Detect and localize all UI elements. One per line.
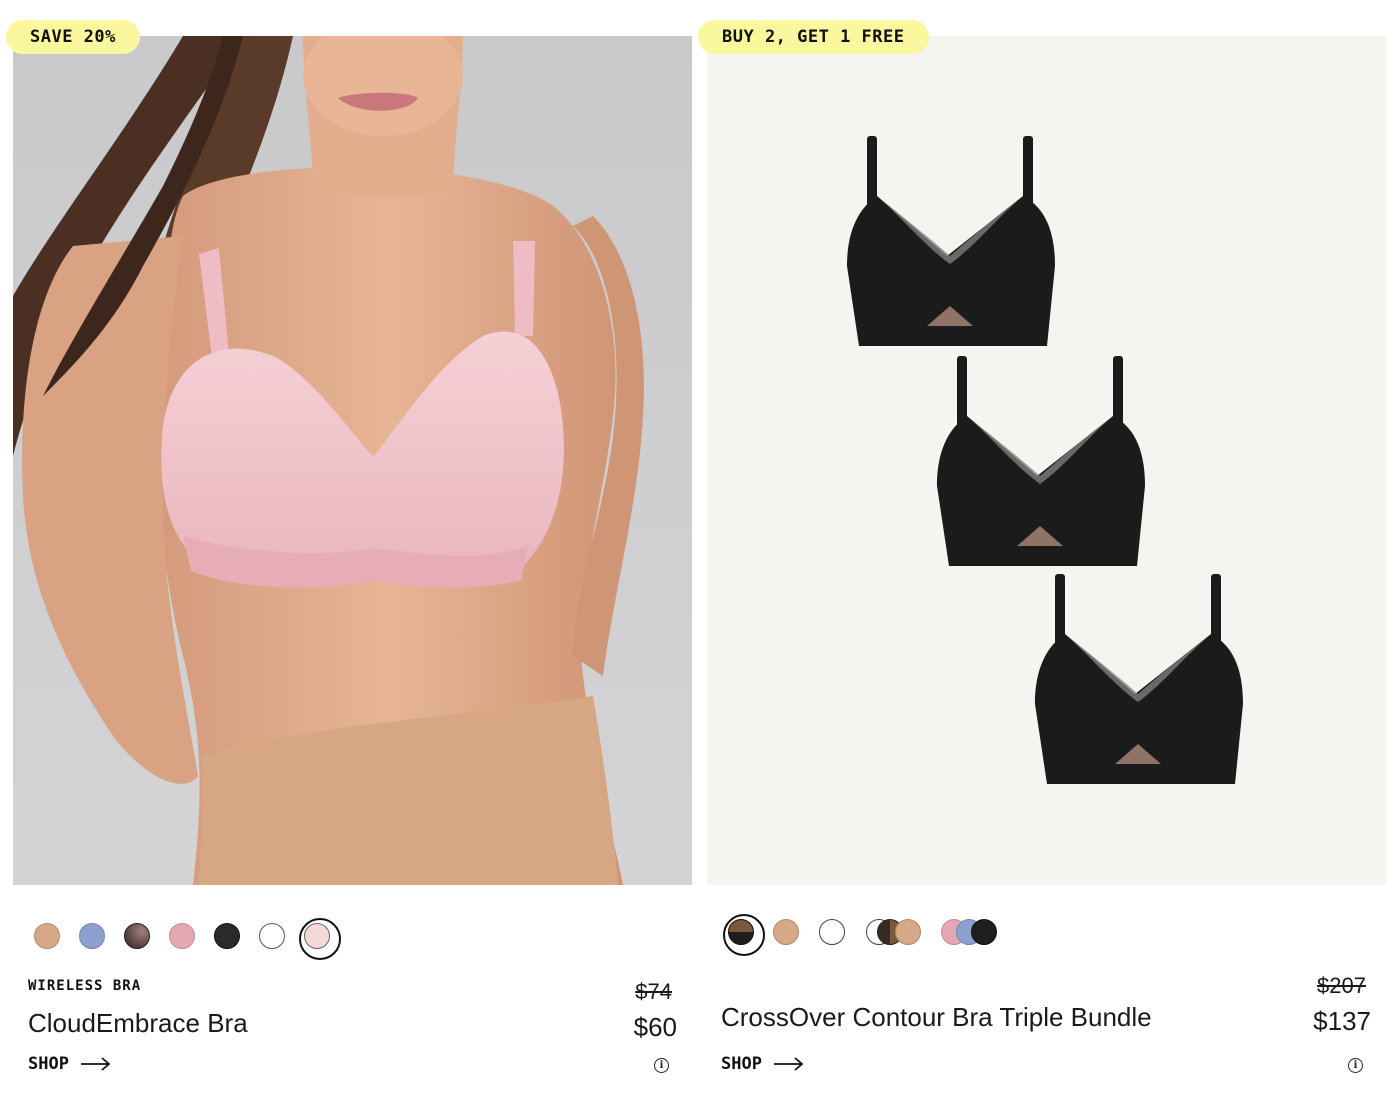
swatch-bundle-mix-1c[interactable] [895, 919, 921, 945]
color-swatches [707, 912, 1386, 956]
swatch-white[interactable] [259, 923, 285, 949]
product-image-crossover-bundle[interactable] [707, 36, 1386, 885]
swatch-nude[interactable] [34, 923, 60, 949]
model-photo-illustration [13, 36, 644, 885]
bundle-photo-illustration [847, 136, 1243, 784]
swatch-blue[interactable] [79, 923, 105, 949]
swatch-pink[interactable] [169, 923, 195, 949]
promo-badge: SAVE 20% [6, 20, 140, 54]
product-name[interactable]: CrossOver Contour Bra Triple Bundle [721, 1002, 1152, 1033]
swatch-blush-selected[interactable] [299, 918, 341, 960]
product-image-cloudembrace[interactable] [13, 36, 692, 885]
shop-label: SHOP [28, 1054, 69, 1074]
swatch-bundle-white[interactable] [819, 919, 845, 945]
color-swatches [13, 916, 692, 960]
swatch-bundle-brown-black-selected[interactable] [723, 914, 765, 956]
product-card-cloudembrace[interactable]: SAVE 20% WIRELESS BRA CloudEmbrace Bra $… [6, 0, 692, 1113]
info-icon[interactable]: i [1348, 1058, 1363, 1073]
original-price: $207 [1317, 973, 1366, 998]
arrow-right-icon [773, 1057, 804, 1071]
original-price: $74 [635, 979, 672, 1004]
product-name[interactable]: CloudEmbrace Bra [28, 1008, 248, 1039]
swatch-bundle-nude[interactable] [773, 919, 799, 945]
product-card-crossover-bundle[interactable]: BUY 2, GET 1 FREE CrossOver Contour Bra … [698, 0, 1386, 1113]
sale-price: $60 [633, 1012, 677, 1042]
shop-link[interactable]: SHOP [721, 1054, 804, 1074]
promo-badge: BUY 2, GET 1 FREE [698, 20, 929, 54]
swatch-print[interactable] [124, 923, 150, 949]
swatch-bundle-mix-2c[interactable] [971, 919, 997, 945]
arrow-right-icon [80, 1057, 111, 1071]
sale-price: $137 [1313, 1006, 1371, 1036]
product-category: WIRELESS BRA [28, 978, 142, 994]
shop-link[interactable]: SHOP [28, 1054, 111, 1074]
swatch-black[interactable] [214, 923, 240, 949]
info-icon[interactable]: i [654, 1058, 669, 1073]
shop-label: SHOP [721, 1054, 762, 1074]
